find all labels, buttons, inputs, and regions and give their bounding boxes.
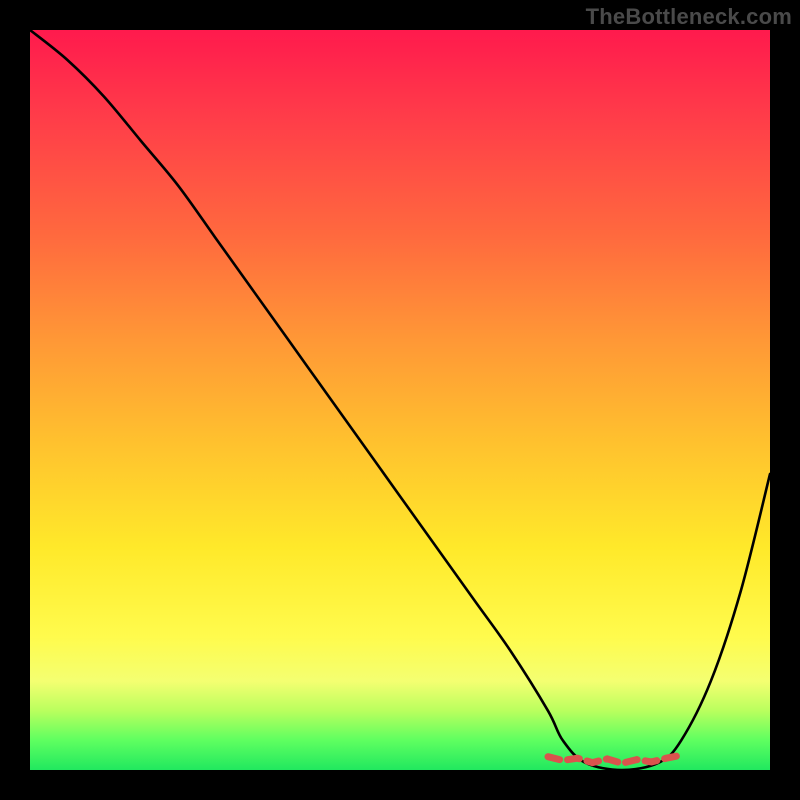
bottleneck-curve: [30, 30, 770, 770]
chart-stage: TheBottleneck.com: [0, 0, 800, 800]
chart-svg: [30, 30, 770, 770]
plot-area: [30, 30, 770, 770]
watermark-text: TheBottleneck.com: [586, 4, 792, 30]
